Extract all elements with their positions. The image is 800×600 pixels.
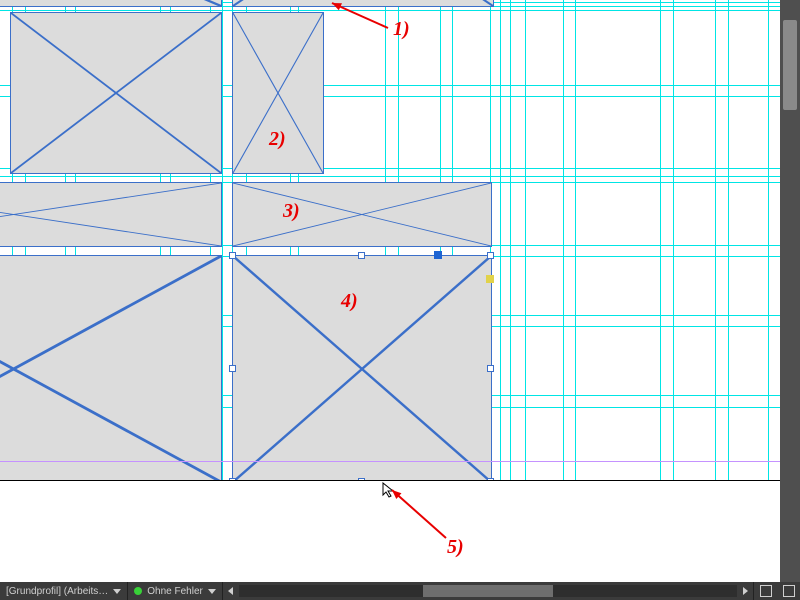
- image-frame[interactable]: [0, 182, 222, 247]
- annotation-label: 3): [283, 200, 300, 223]
- profile-label: [Grundprofil] (Arbeits…: [6, 586, 108, 597]
- horizontal-scrollbar[interactable]: [223, 582, 753, 600]
- scrollbar-thumb[interactable]: [783, 20, 797, 110]
- image-frame[interactable]: [232, 182, 492, 247]
- document-page[interactable]: [0, 0, 780, 481]
- status-ok-icon: [134, 587, 142, 595]
- scroll-left-button[interactable]: [223, 582, 239, 600]
- scrollbar-thumb[interactable]: [423, 585, 553, 597]
- image-frame[interactable]: [232, 255, 492, 481]
- status-bar: [Grundprofil] (Arbeits… Ohne Fehler: [0, 582, 800, 600]
- annotation-label: 4): [341, 290, 358, 313]
- split-view-icon[interactable]: [783, 585, 795, 597]
- margin-guide: [0, 461, 780, 462]
- image-frame[interactable]: [0, 0, 222, 7]
- annotation-label: 2): [269, 128, 286, 151]
- vertical-scrollbar[interactable]: [780, 0, 800, 582]
- view-mode-buttons[interactable]: [753, 582, 800, 600]
- preflight-label: Ohne Fehler: [147, 586, 203, 597]
- image-frame[interactable]: [0, 255, 222, 481]
- chevron-down-icon: [208, 589, 216, 594]
- preflight-status-dropdown[interactable]: Ohne Fehler: [128, 582, 223, 600]
- annotation-arrow: [384, 482, 454, 546]
- scroll-right-button[interactable]: [737, 582, 753, 600]
- preflight-profile-dropdown[interactable]: [Grundprofil] (Arbeits…: [0, 582, 128, 600]
- chevron-down-icon: [113, 589, 121, 594]
- split-view-icon[interactable]: [760, 585, 772, 597]
- annotation-arrow: [324, 0, 396, 36]
- image-frame[interactable]: [10, 12, 222, 174]
